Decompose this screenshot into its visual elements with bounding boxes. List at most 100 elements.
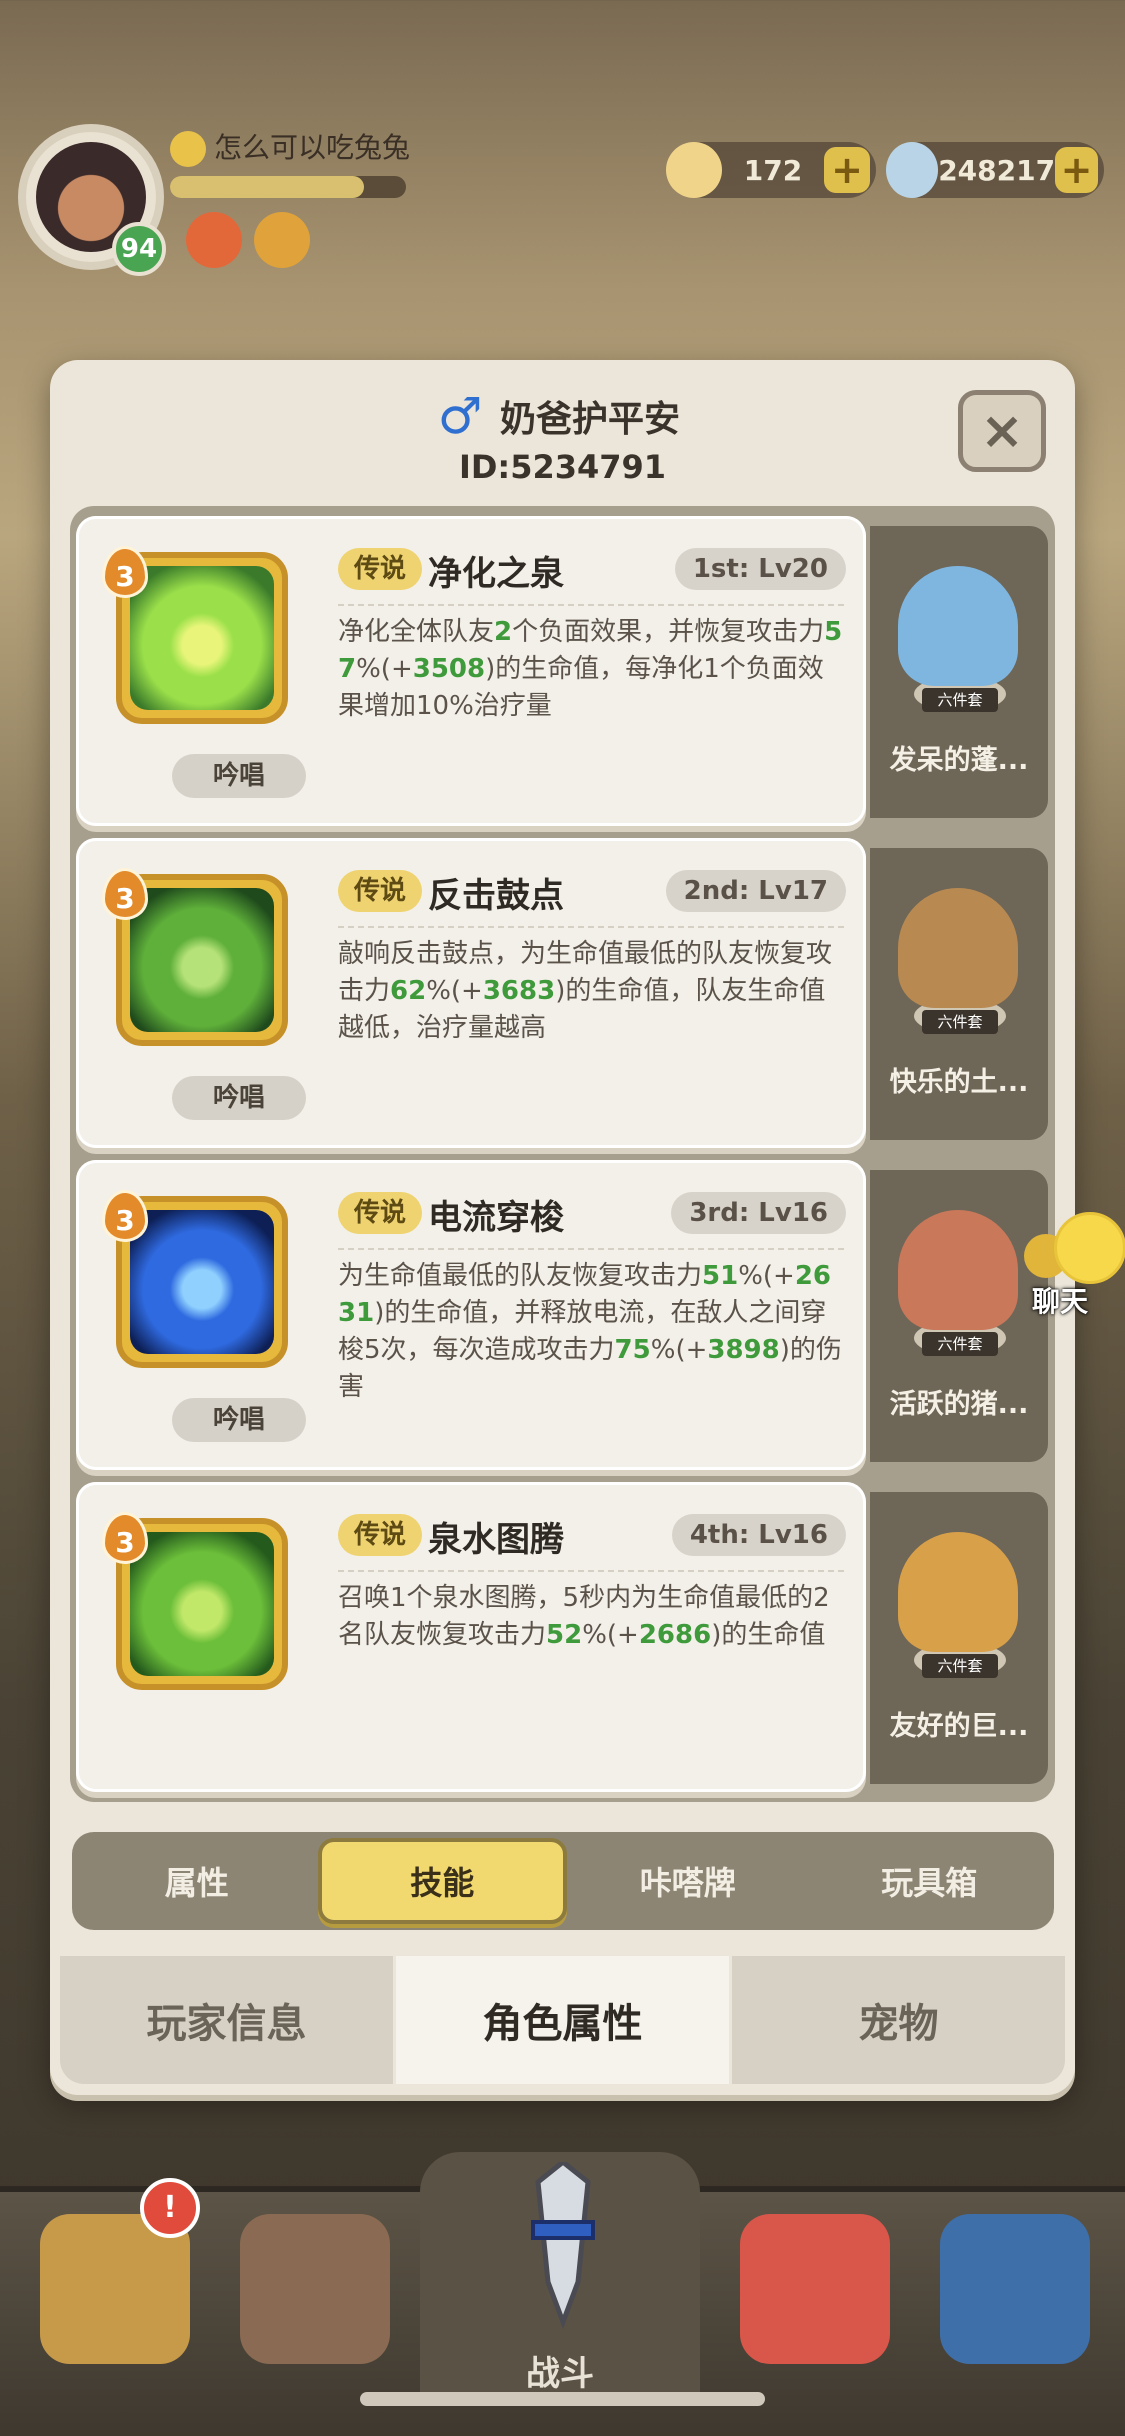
divider xyxy=(338,604,844,606)
tab-attributes[interactable]: 属性 xyxy=(76,1838,318,1924)
skill-icon xyxy=(130,566,274,710)
skill-row-2: 3 吟唱 传说 反击鼓点 2nd: Lv17 敲响反击鼓点，为生命值最低的队友恢… xyxy=(70,838,1055,1148)
gem-count: 248217 xyxy=(938,153,1056,187)
gem-icon xyxy=(886,142,939,198)
skill-description: 敲响反击鼓点，为生命值最低的队友恢复攻击力62%(+3683)的生命值，队友生命… xyxy=(338,939,833,1043)
male-icon: ♂ xyxy=(437,387,483,445)
highlight-value: 2 xyxy=(494,617,513,647)
highlight-value: 62 xyxy=(390,976,427,1006)
highlight-value: 51 xyxy=(702,1261,739,1291)
background-hud: 94 怎么可以吃兔兔 172 + 248217 + xyxy=(0,0,1125,360)
chat-button[interactable]: 聊天 xyxy=(1018,1212,1125,1322)
divider xyxy=(338,926,844,928)
shell-count: 172 xyxy=(743,153,803,187)
skill-card[interactable]: 3 传说 泉水图腾 4th: Lv16 召唤1个泉水图腾，5秒内为生命值最低的2… xyxy=(76,1482,866,1792)
skill-list[interactable]: 3 吟唱 传说 净化之泉 1st: Lv20 净化全体队友2个负面效果，并恢复攻… xyxy=(70,506,1055,1802)
buff-icon[interactable] xyxy=(186,212,242,268)
close-button[interactable]: × xyxy=(958,390,1046,472)
add-gem-button[interactable]: + xyxy=(1055,147,1098,193)
chat-face-icon xyxy=(1054,1212,1125,1284)
pet-slot[interactable]: 六件套 发呆的蓬... xyxy=(870,526,1048,818)
skill-name: 泉水图腾 xyxy=(428,1520,564,1560)
close-icon: × xyxy=(980,401,1024,461)
tab-skills[interactable]: 技能 xyxy=(317,1838,567,1924)
sub-tab-bar: 属性 技能 咔嗒牌 玩具箱 xyxy=(72,1832,1054,1930)
highlight-value: 3898 xyxy=(707,1335,780,1365)
skill-rank-tag: 2nd: Lv17 xyxy=(665,870,846,912)
profile-id: ID:5234791 xyxy=(458,448,667,486)
pet-figure-icon xyxy=(898,566,1018,686)
pet-name: 快乐的土... xyxy=(889,1067,1029,1098)
highlight-value: 3508 xyxy=(412,654,486,684)
pet-slot[interactable]: 六件套 快乐的土... xyxy=(870,848,1048,1140)
skill-icon xyxy=(130,1532,274,1676)
divider xyxy=(338,1248,844,1250)
emoji-icon xyxy=(170,131,206,167)
rarity-tag: 传说 xyxy=(338,1514,423,1556)
pet-figure-icon xyxy=(898,888,1018,1008)
skill-icon xyxy=(130,1210,274,1354)
divider xyxy=(338,1570,844,1572)
pet-figure-icon xyxy=(898,1532,1018,1652)
tab-character-attributes[interactable]: 角色属性 xyxy=(396,1956,732,2084)
sword-icon xyxy=(531,2162,595,2330)
player-name-text: 怎么可以吃兔兔 xyxy=(214,131,411,164)
bottom-tab-bar: 玩家信息 角色属性 宠物 xyxy=(60,1956,1065,2084)
chat-label: 聊天 xyxy=(1032,1285,1089,1318)
pet-set-tag: 六件套 xyxy=(922,1332,998,1356)
skill-rank-tag: 1st: Lv20 xyxy=(674,548,846,590)
shell-icon xyxy=(666,142,722,198)
skill-rank-tag: 3rd: Lv16 xyxy=(671,1192,846,1234)
gem-currency: 248217 + xyxy=(886,142,1104,198)
skill-description: 召唤1个泉水图腾，5秒内为生命值最低的2名队友恢复攻击力52%(+2686)的生… xyxy=(338,1583,830,1650)
skill-card[interactable]: 3 吟唱 传说 电流穿梭 3rd: Lv16 为生命值最低的队友恢复攻击力51%… xyxy=(76,1160,866,1470)
skill-row-4: 3 传说 泉水图腾 4th: Lv16 召唤1个泉水图腾，5秒内为生命值最低的2… xyxy=(70,1482,1055,1792)
xp-bar xyxy=(170,176,406,198)
coin-icon[interactable] xyxy=(254,212,310,268)
pet-slot[interactable]: 六件套 友好的巨... xyxy=(870,1492,1048,1784)
player-level-badge: 94 xyxy=(112,222,166,276)
nav-guild-icon[interactable] xyxy=(940,2214,1090,2364)
home-indicator xyxy=(360,2392,765,2406)
pet-set-tag: 六件套 xyxy=(922,1010,998,1034)
rarity-tag: 传说 xyxy=(338,548,423,590)
battle-label: 战斗 xyxy=(526,2354,594,2394)
skill-name: 电流穿梭 xyxy=(428,1198,564,1238)
nav-battle[interactable]: 战斗 xyxy=(420,2152,700,2402)
modal-header: ♂ 奶爸护平安 ID:5234791 × xyxy=(50,360,1075,500)
pet-name: 活跃的猪... xyxy=(889,1389,1029,1420)
tab-player-info[interactable]: 玩家信息 xyxy=(60,1956,396,2084)
pet-name: 发呆的蓬... xyxy=(889,745,1029,776)
pet-set-tag: 六件套 xyxy=(922,1654,998,1678)
skill-row-1: 3 吟唱 传说 净化之泉 1st: Lv20 净化全体队友2个负面效果，并恢复攻… xyxy=(70,516,1055,826)
skill-name: 净化之泉 xyxy=(428,554,564,594)
tab-toybox[interactable]: 玩具箱 xyxy=(809,1838,1051,1924)
pet-set-tag: 六件套 xyxy=(922,688,998,712)
cast-type-tag: 吟唱 xyxy=(172,754,306,798)
profile-name: 奶爸护平安 xyxy=(500,399,681,440)
cast-type-tag: 吟唱 xyxy=(172,1398,306,1442)
profile-modal: ♂ 奶爸护平安 ID:5234791 × 3 吟唱 传说 净化之泉 1st: L… xyxy=(50,360,1075,2095)
skill-description: 为生命值最低的队友恢复攻击力51%(+2631)的生命值，并释放电流，在敌人之间… xyxy=(338,1261,842,1402)
player-name: 怎么可以吃兔兔 xyxy=(170,126,410,167)
tab-pets[interactable]: 宠物 xyxy=(732,1956,1065,2084)
cast-type-tag: 吟唱 xyxy=(172,1076,306,1120)
skill-card[interactable]: 3 吟唱 传说 反击鼓点 2nd: Lv17 敲响反击鼓点，为生命值最低的队友恢… xyxy=(76,838,866,1148)
skill-row-3: 3 吟唱 传说 电流穿梭 3rd: Lv16 为生命值最低的队友恢复攻击力51%… xyxy=(70,1160,1055,1470)
highlight-value: 2686 xyxy=(638,1620,712,1650)
add-shell-button[interactable]: + xyxy=(824,147,870,193)
skill-rank-tag: 4th: Lv16 xyxy=(671,1514,846,1556)
xp-bar-fill xyxy=(170,176,364,198)
nav-pet-icon[interactable] xyxy=(740,2214,890,2364)
rarity-tag: 传说 xyxy=(338,1192,423,1234)
tab-cards[interactable]: 咔嗒牌 xyxy=(567,1838,809,1924)
highlight-value: 3683 xyxy=(482,976,556,1006)
nav-character-icon[interactable] xyxy=(240,2214,390,2364)
highlight-value: 52 xyxy=(546,1620,583,1650)
skill-card[interactable]: 3 吟唱 传说 净化之泉 1st: Lv20 净化全体队友2个负面效果，并恢复攻… xyxy=(76,516,866,826)
skill-description: 净化全体队友2个负面效果，并恢复攻击力57%(+3508)的生命值，每净化1个负… xyxy=(338,617,843,721)
shell-currency: 172 + xyxy=(666,142,876,198)
skill-name: 反击鼓点 xyxy=(428,876,564,916)
skill-icon xyxy=(130,888,274,1032)
notification-badge: ! xyxy=(140,2178,200,2238)
